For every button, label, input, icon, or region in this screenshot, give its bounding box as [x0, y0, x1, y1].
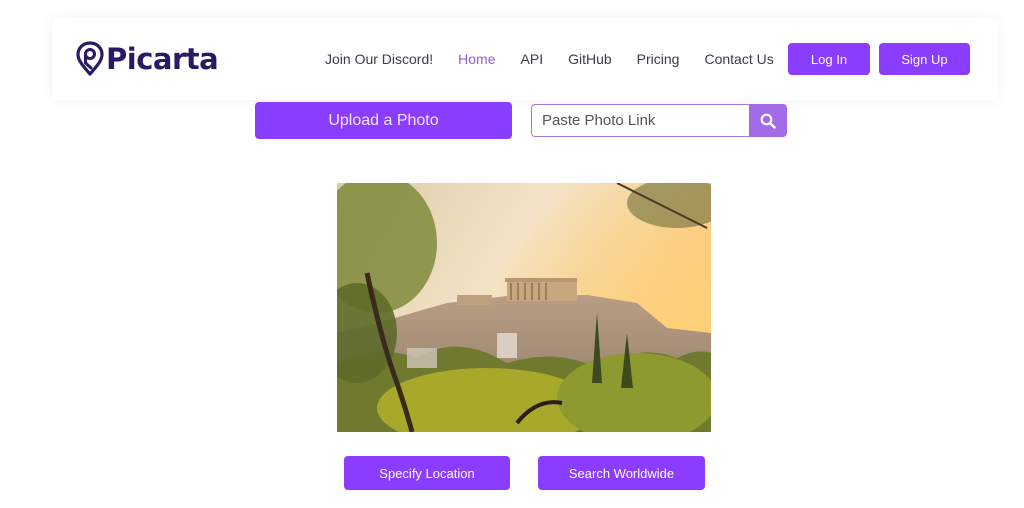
- nav-discord[interactable]: Join Our Discord!: [325, 49, 433, 69]
- brand-name: Picarta: [106, 42, 219, 76]
- nav-github[interactable]: GitHub: [568, 49, 612, 69]
- logo[interactable]: Picarta: [76, 40, 219, 78]
- nav-pricing[interactable]: Pricing: [637, 49, 680, 69]
- signup-button[interactable]: Sign Up: [879, 43, 970, 75]
- login-button[interactable]: Log In: [788, 43, 870, 75]
- photo-link-input[interactable]: [531, 104, 749, 137]
- header: Picarta Join Our Discord! Home API GitHu…: [52, 18, 998, 100]
- search-worldwide-button[interactable]: Search Worldwide: [538, 456, 705, 490]
- search-button[interactable]: [749, 104, 787, 137]
- nav-api[interactable]: API: [521, 49, 544, 69]
- upload-photo-button[interactable]: Upload a Photo: [255, 102, 512, 139]
- photo-acropolis-image: [337, 183, 711, 432]
- photo-link-search: [531, 104, 787, 137]
- nav-home[interactable]: Home: [458, 49, 495, 69]
- search-icon: [760, 113, 776, 129]
- nav-contact[interactable]: Contact Us: [704, 49, 773, 69]
- uploaded-photo: [337, 183, 711, 432]
- main-nav: Join Our Discord! Home API GitHub Pricin…: [325, 49, 799, 69]
- map-pin-p-icon: [76, 41, 104, 76]
- specify-location-button[interactable]: Specify Location: [344, 456, 510, 490]
